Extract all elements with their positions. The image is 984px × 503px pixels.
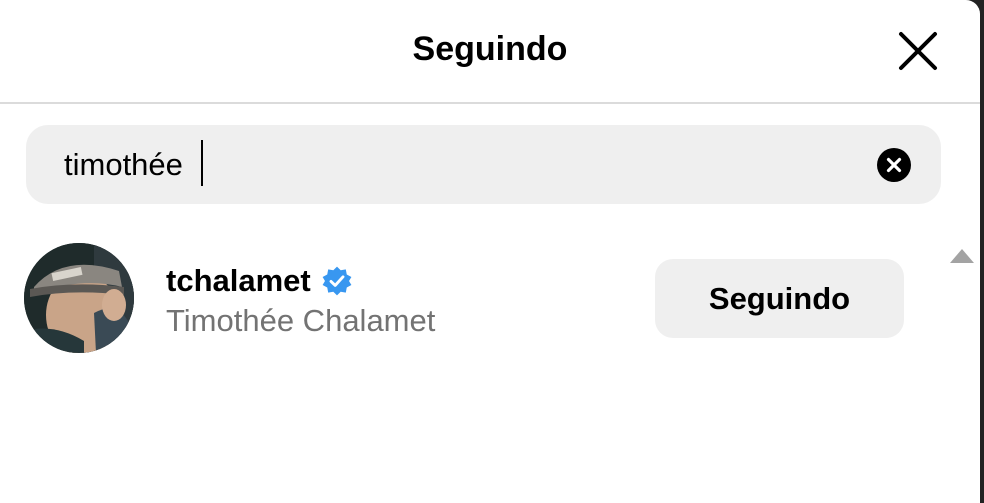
avatar[interactable] [24,243,134,353]
clear-search-button[interactable] [877,148,911,182]
dialog-title: Seguindo [412,30,568,68]
following-button[interactable]: Seguindo [655,259,904,338]
verified-badge-icon [322,266,352,296]
search-input[interactable] [64,145,844,185]
dialog-header: Seguindo [0,0,980,104]
close-icon [899,32,937,70]
username-line: tchalamet [166,261,353,301]
full-name: Timothée Chalamet [166,303,436,338]
list-item[interactable]: tchalamet Timothée Chalamet Seguindo [0,235,940,365]
scroll-up-arrow-icon[interactable] [950,249,974,263]
text-caret [201,140,203,186]
window-edge [980,0,984,503]
close-button[interactable] [895,28,941,74]
username-link[interactable]: tchalamet [166,263,311,299]
following-dialog: Seguindo timothée tchalamet Timothée Cha… [0,0,980,503]
clear-circle-icon [877,148,911,182]
search-box [26,125,941,204]
scrollbar[interactable] [944,230,980,503]
